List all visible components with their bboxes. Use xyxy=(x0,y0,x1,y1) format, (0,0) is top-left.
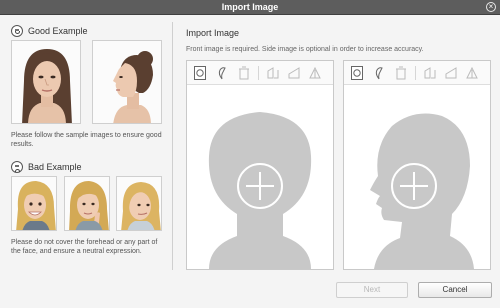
toolbar-separator xyxy=(415,66,416,80)
title-bar: Import Image × xyxy=(0,0,500,15)
levels-icon[interactable] xyxy=(309,66,321,80)
crop-icon[interactable] xyxy=(216,66,228,80)
good-example-side-photo xyxy=(92,40,162,124)
bad-example-heading: Bad Example xyxy=(28,162,82,172)
good-example-front-photo xyxy=(11,40,81,124)
rotate-icon[interactable] xyxy=(445,66,457,80)
levels-icon[interactable] xyxy=(466,66,478,80)
toolbar-separator xyxy=(258,66,259,80)
bad-example-note: Please do not cover the forehead or any … xyxy=(11,239,158,255)
import-image-heading: Import Image xyxy=(186,28,240,38)
delete-icon[interactable] xyxy=(238,66,250,80)
smiley-sad-icon xyxy=(11,161,23,173)
close-icon[interactable]: × xyxy=(486,2,496,12)
bad-example-photo-1 xyxy=(11,176,57,231)
front-image-panel xyxy=(186,60,334,270)
side-head-silhouette xyxy=(370,113,474,270)
requirement-text: Front image is required. Side image is o… xyxy=(186,46,424,53)
good-example-heading-row: Good Example xyxy=(11,25,88,37)
cancel-button[interactable]: Cancel xyxy=(418,282,492,298)
vertical-divider xyxy=(172,22,173,270)
window-title: Import Image xyxy=(221,2,279,12)
good-example-note: Please follow the sample images to ensur… xyxy=(11,132,162,148)
front-toolbar xyxy=(187,61,333,85)
flip-icon[interactable] xyxy=(267,66,279,80)
rotate-icon[interactable] xyxy=(288,66,300,80)
side-toolbar xyxy=(344,61,490,85)
import-image-icon[interactable] xyxy=(194,66,206,80)
flip-icon[interactable] xyxy=(424,66,436,80)
smiley-happy-icon xyxy=(11,25,23,37)
side-drop-area[interactable] xyxy=(344,86,490,270)
next-button[interactable]: Next xyxy=(336,282,408,298)
import-image-icon[interactable] xyxy=(351,66,363,80)
front-drop-area[interactable] xyxy=(187,86,333,269)
bad-example-photo-2 xyxy=(64,176,110,231)
side-image-panel xyxy=(343,60,491,270)
good-example-heading: Good Example xyxy=(28,26,88,36)
bad-example-heading-row: Bad Example xyxy=(11,161,82,173)
delete-icon[interactable] xyxy=(395,66,407,80)
bad-example-photo-3 xyxy=(116,176,162,231)
crop-icon[interactable] xyxy=(373,66,385,80)
